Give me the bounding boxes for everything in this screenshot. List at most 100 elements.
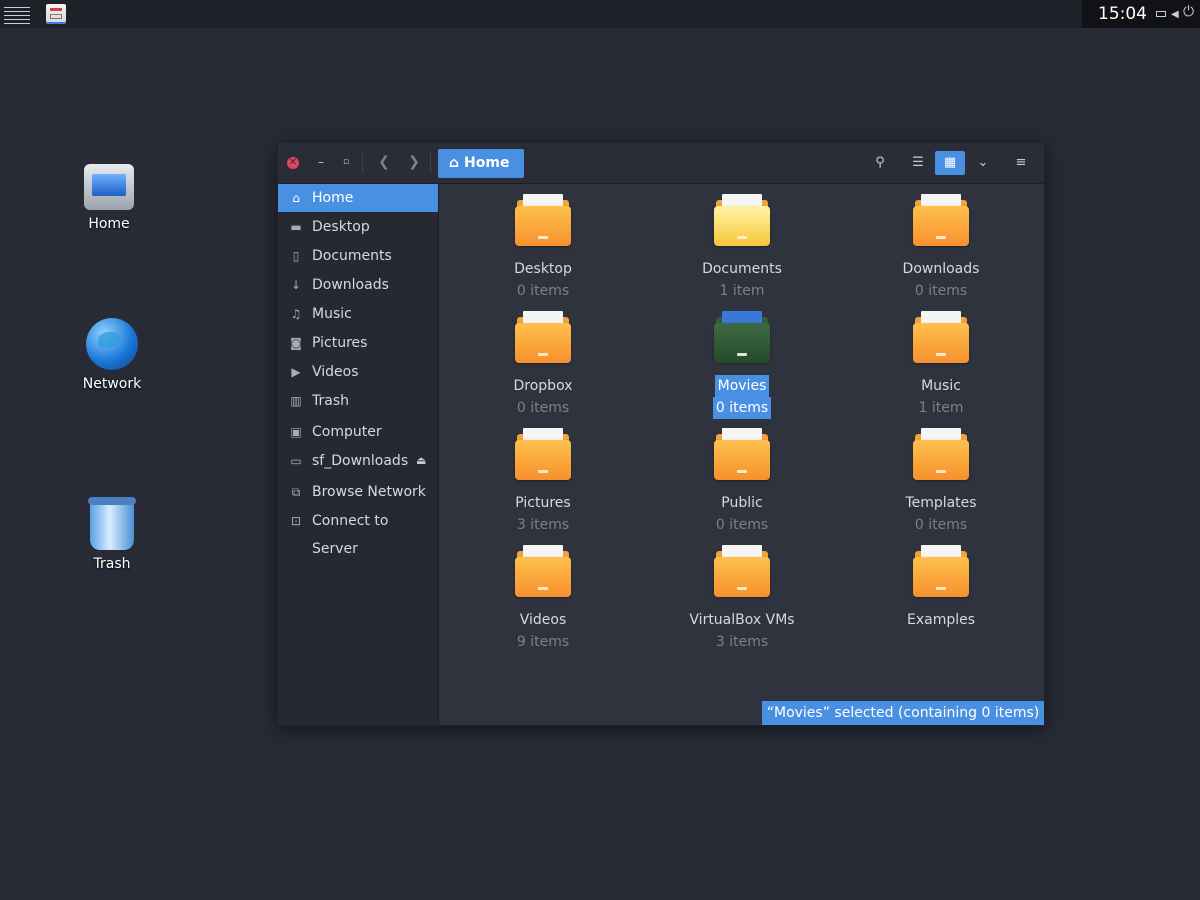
back-button[interactable]: ❮	[376, 154, 392, 170]
folder-icon	[714, 311, 770, 363]
folder-count: 3 items	[516, 517, 570, 533]
power-icon[interactable]: ⏻	[1183, 5, 1194, 19]
folder-item-downloads[interactable]: Downloads 0 items	[861, 194, 1021, 302]
sidebar-item-music[interactable]: ♫ Music	[278, 300, 438, 328]
file-manager-window: ✕ – ▫ ❮ ❯ ⌂ Home ⚲ ☰ ▦ ⌄ ≡ ⌂ Home ▬ Desktop…	[277, 142, 1045, 726]
folder-count: 1 item	[719, 283, 765, 299]
folder-item-pictures[interactable]: Pictures 3 items	[463, 428, 623, 536]
folder-name: Movies	[714, 375, 770, 397]
app-launcher-icon[interactable]	[46, 4, 66, 24]
folder-count: 9 items	[516, 634, 570, 650]
sidebar-item-label: Documents	[312, 248, 392, 264]
folder-name: Desktop	[514, 261, 572, 277]
desktop-icon-trash[interactable]: Trash	[67, 497, 157, 572]
sidebar-item-computer[interactable]: ▣ Computer	[278, 418, 438, 446]
sidebar-item-label: Home	[312, 190, 354, 206]
list-view-icon[interactable]: ☰	[903, 151, 933, 175]
folder-icon	[714, 545, 770, 597]
sidebar-item-label: Connect to Server	[312, 513, 389, 557]
system-tray: 15:04 ◀ ⏻	[1082, 0, 1200, 28]
desktop-icon-label: Network	[82, 376, 142, 392]
battery-icon[interactable]	[1156, 11, 1166, 17]
hamburger-menu-icon[interactable]: ≡	[1006, 151, 1036, 175]
folder-item-videos[interactable]: Videos 9 items	[463, 545, 623, 653]
sidebar-item-label: Videos	[312, 364, 359, 380]
path-button-label: Home	[464, 155, 510, 171]
folder-item-examples[interactable]: Examples	[861, 545, 1021, 631]
sidebar: ⌂ Home ▬ Desktop ▯ Documents ↓ Downloads ♫ Mu…	[278, 184, 439, 725]
folder-item-templates[interactable]: Templates 0 items	[861, 428, 1021, 536]
header-bar: ✕ – ▫ ❮ ❯ ⌂ Home ⚲ ☰ ▦ ⌄ ≡	[278, 143, 1044, 184]
folder-item-documents[interactable]: Documents 1 item	[662, 194, 822, 302]
folder-count: 0 items	[712, 397, 772, 419]
menu-icon[interactable]	[4, 4, 30, 24]
trash-icon	[88, 497, 136, 550]
video-icon: ▶	[291, 365, 301, 379]
search-icon[interactable]: ⚲	[865, 151, 895, 175]
eject-icon[interactable]: ⏏	[416, 447, 426, 475]
folder-icon	[515, 194, 571, 246]
grid-view-icon[interactable]: ▦	[935, 151, 965, 175]
desktop-icon-home[interactable]: Home	[64, 164, 154, 232]
network-icon: ⧉	[291, 485, 301, 499]
desktop-icon-label: Trash	[93, 556, 131, 572]
sidebar-item-label: Pictures	[312, 335, 368, 351]
folder-count: 3 items	[715, 634, 769, 650]
sidebar-item-browse-network[interactable]: ⧉ Browse Network	[278, 478, 438, 506]
separator	[362, 153, 363, 173]
top-panel: 15:04 ◀ ⏻	[0, 0, 1200, 28]
sidebar-item-label: Desktop	[312, 219, 370, 235]
path-button-home[interactable]: ⌂ Home	[438, 149, 524, 178]
folder-item-public[interactable]: Public 0 items	[662, 428, 822, 536]
maximize-button[interactable]: ▫	[338, 154, 354, 170]
folder-count: 0 items	[516, 283, 570, 299]
folder-item-dropbox[interactable]: Dropbox 0 items	[463, 311, 623, 419]
sidebar-item-sf-downloads[interactable]: ▭ sf_Downloads ⏏	[278, 447, 438, 475]
separator	[430, 153, 431, 173]
camera-icon: ◙	[290, 336, 302, 350]
folder-icon	[913, 194, 969, 246]
close-button[interactable]: ✕	[287, 157, 299, 169]
sidebar-item-label: Browse Network	[312, 484, 426, 500]
folder-name: Documents	[702, 261, 782, 277]
folder-name: Dropbox	[513, 378, 573, 394]
folder-icon	[913, 311, 969, 363]
sidebar-item-trash[interactable]: ▥ Trash	[278, 387, 438, 415]
drive-icon: ▭	[290, 454, 302, 468]
folder-item-desktop[interactable]: Desktop 0 items	[463, 194, 623, 302]
clock[interactable]: 15:04	[1098, 4, 1147, 24]
folder-count: 0 items	[914, 517, 968, 533]
sidebar-item-connect-server[interactable]: ⊡ Connect to Server	[278, 507, 438, 557]
folder-name: Pictures	[515, 495, 571, 511]
folder-item-virtualbox-vms[interactable]: VirtualBox VMs 3 items	[662, 545, 822, 653]
folder-name: Music	[921, 378, 961, 394]
sidebar-item-label: Trash	[312, 393, 349, 409]
folder-name: Videos	[519, 612, 567, 628]
folder-icon	[714, 428, 770, 480]
computer-icon: ▣	[290, 425, 302, 439]
minimize-button[interactable]: –	[313, 154, 329, 170]
sidebar-item-desktop[interactable]: ▬ Desktop	[278, 213, 438, 241]
sidebar-item-home[interactable]: ⌂ Home	[278, 184, 438, 212]
speaker-icon[interactable]: ◀	[1171, 10, 1179, 20]
forward-button[interactable]: ❯	[406, 154, 422, 170]
folder-item-music[interactable]: Music 1 item	[861, 311, 1021, 419]
desktop-icon-network[interactable]: Network	[67, 318, 157, 392]
sidebar-item-pictures[interactable]: ◙ Pictures	[278, 329, 438, 357]
sidebar-item-documents[interactable]: ▯ Documents	[278, 242, 438, 270]
folder-item-movies[interactable]: Movies 0 items	[662, 311, 822, 419]
sidebar-item-label: Downloads	[312, 277, 389, 293]
folder-name: VirtualBox VMs	[689, 612, 795, 628]
folder-icon: ▬	[290, 220, 302, 234]
sidebar-item-downloads[interactable]: ↓ Downloads	[278, 271, 438, 299]
home-icon: ⌂	[449, 155, 460, 171]
desktop-icon-label: Home	[88, 216, 130, 232]
chevron-down-icon[interactable]: ⌄	[968, 151, 998, 175]
sidebar-item-videos[interactable]: ▶ Videos	[278, 358, 438, 386]
folder-name: Templates	[905, 495, 977, 511]
folder-count: 0 items	[715, 517, 769, 533]
folder-count: 1 item	[918, 400, 964, 416]
file-grid: Desktop 0 items Documents 1 item Downloa…	[439, 184, 1044, 725]
download-icon: ↓	[290, 278, 302, 292]
document-icon: ▯	[292, 249, 300, 263]
